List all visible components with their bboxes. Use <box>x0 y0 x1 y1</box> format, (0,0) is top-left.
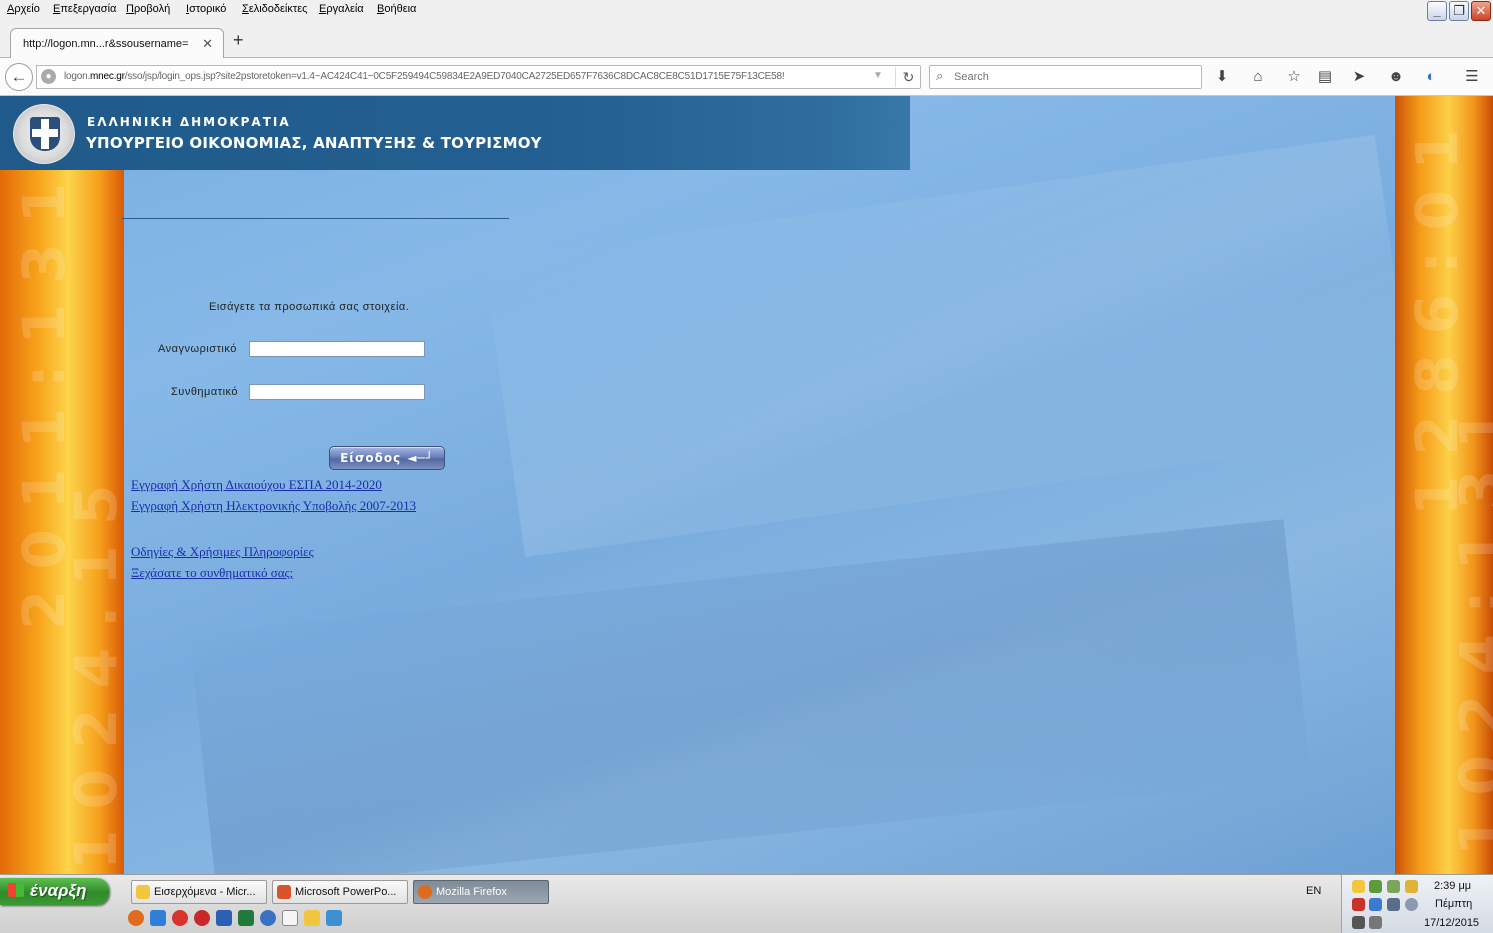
tray-shield-icon[interactable] <box>1405 880 1418 893</box>
outlook-quicklaunch-icon[interactable] <box>304 910 320 926</box>
bookmark-star-icon[interactable]: ☆ <box>1284 67 1304 87</box>
browser-tab[interactable]: http://logon.mn...r&ssousername= ✕ <box>10 28 224 59</box>
close-icon[interactable]: ✕ <box>1471 1 1491 21</box>
start-button[interactable]: έναρξη <box>0 878 109 905</box>
clock-date: 17/12/2015 <box>1424 917 1480 929</box>
site-info-icon[interactable]: ● <box>41 69 56 84</box>
system-tray: 2:39 μμ Πέμπτη 17/12/2015 <box>1341 875 1493 933</box>
tray-volume-icon[interactable] <box>1405 898 1418 911</box>
right-decorative-band: 1 2 8 6 : 0 1 1 0 2 4 : 1 3 1 <box>1395 96 1493 874</box>
register-esubmission-2007-link[interactable]: Εγγραφή Χρήστη Ηλεκτρονικής Υποβολής 200… <box>131 498 416 514</box>
login-button-label: Είσοδος <box>340 451 402 465</box>
addon-icon[interactable]: ◐ <box>1421 67 1441 87</box>
menu-file[interactable]: Αρχείο <box>7 3 40 15</box>
tray-sync-icon[interactable] <box>1387 880 1400 893</box>
ministry-header: ΕΛΛΗΝΙΚΗ ΔΗΜΟΚΡΑΤΙΑ ΥΠΟΥΡΓΕΙΟ ΟΙΚΟΝΟΜΙΑΣ… <box>0 96 910 170</box>
hamburger-menu-icon[interactable]: ☰ <box>1462 67 1482 87</box>
ie-quicklaunch-icon[interactable] <box>150 910 166 926</box>
windows-logo-icon <box>8 883 24 897</box>
tab-title: http://logon.mn...r&ssousername= <box>23 38 189 50</box>
menu-tools[interactable]: Εργαλεία <box>319 3 364 15</box>
taskbar: έναρξη Εισερχόμενα - Micr... Microsoft P… <box>0 874 1493 933</box>
word-quicklaunch-icon[interactable] <box>216 910 232 926</box>
menu-bookmarks[interactable]: Σελιδοδείκτες <box>242 3 307 15</box>
search-box[interactable]: ⌕ <box>929 65 1202 89</box>
menu-history[interactable]: Ιστορικό <box>186 3 226 15</box>
tab-strip: http://logon.mn...r&ssousername= ✕ + <box>0 22 1493 59</box>
background-decoration <box>483 134 1417 558</box>
tray-display-icon[interactable] <box>1387 898 1400 911</box>
taskbar-item-powerpoint[interactable]: Microsoft PowerPo... <box>272 880 408 904</box>
password-label: Συνθηματικό <box>171 386 239 398</box>
media-player-quicklaunch-icon[interactable] <box>260 910 276 926</box>
forgot-password-link[interactable]: Ξεχάσατε το συνθηματικό σας; <box>131 565 293 581</box>
reload-icon[interactable]: ↻ <box>895 67 921 87</box>
outlook-icon <box>136 885 150 899</box>
left-decorative-band: 2 0 1 1 : 1 3 1 1 0 2 4 . 1 5 <box>0 170 124 874</box>
tray-bluetooth-icon[interactable] <box>1369 898 1382 911</box>
username-label: Αναγνωριστικό <box>158 343 237 355</box>
login-button[interactable]: Είσοδος ◄─┘ <box>329 446 445 470</box>
tray-keyboard-icon[interactable] <box>1369 916 1382 929</box>
clock-day: Πέμπτη <box>1435 898 1473 910</box>
send-icon[interactable]: ➤ <box>1349 67 1369 87</box>
home-icon[interactable]: ⌂ <box>1248 67 1268 87</box>
back-arrow-icon[interactable]: ← <box>5 63 33 91</box>
web-page: 2 0 1 1 : 1 3 1 1 0 2 4 . 1 5 1 2 8 6 : … <box>0 96 1493 874</box>
firefox-quicklaunch-icon[interactable] <box>128 910 144 926</box>
search-icon: ⌕ <box>936 68 944 83</box>
menu-bar: Αρχείο Επεξεργασία Προβολή Ιστορικό Σελι… <box>0 0 1493 22</box>
language-indicator[interactable]: EN <box>1306 885 1321 897</box>
desktop-quicklaunch-icon[interactable] <box>326 910 342 926</box>
tray-network-icon[interactable] <box>1369 880 1382 893</box>
search-input[interactable] <box>954 69 1194 85</box>
divider <box>122 218 509 219</box>
excel-quicklaunch-icon[interactable] <box>238 910 254 926</box>
address-bar[interactable]: ● logon.mnec.gr/sso/jsp/login_ops.jsp?si… <box>36 65 921 89</box>
chrome-quicklaunch-icon[interactable] <box>172 910 188 926</box>
clock-time[interactable]: 2:39 μμ <box>1434 880 1471 892</box>
quick-launch <box>128 910 342 926</box>
minimize-icon[interactable]: _ <box>1427 1 1447 21</box>
notepad-quicklaunch-icon[interactable] <box>282 910 298 926</box>
instructions-link[interactable]: Οδηγίες & Χρήσιμες Πληροφορίες <box>131 544 314 560</box>
enter-arrow-icon: ◄─┘ <box>407 451 434 465</box>
login-intro-text: Εισάγετε τα προσωπικά σας στοιχεία. <box>209 301 410 313</box>
reading-list-icon[interactable]: ▤ <box>1315 67 1335 87</box>
url-dropdown-icon[interactable]: ▼ <box>873 70 883 81</box>
menu-view[interactable]: Προβολή <box>126 3 170 15</box>
window-controls: _ ❐ ✕ <box>1427 1 1491 22</box>
header-subtitle: ΕΛΛΗΝΙΚΗ ΔΗΜΟΚΡΑΤΙΑ <box>87 115 291 129</box>
menu-edit[interactable]: Επεξεργασία <box>53 3 116 15</box>
menu-help[interactable]: Βοήθεια <box>377 3 416 15</box>
download-icon[interactable]: ⬇ <box>1212 67 1232 87</box>
header-title: ΥΠΟΥΡΓΕΙΟ ΟΙΚΟΝΟΜΙΑΣ, ΑΝΑΠΤΥΞΗΣ & ΤΟΥΡΙΣ… <box>86 134 542 152</box>
firefox-icon <box>418 885 432 899</box>
powerpoint-icon <box>277 885 291 899</box>
new-tab-icon[interactable]: + <box>233 31 244 49</box>
opera-quicklaunch-icon[interactable] <box>194 910 210 926</box>
username-input[interactable] <box>249 341 425 357</box>
background-decoration <box>189 519 1311 874</box>
tray-signal-icon[interactable] <box>1352 916 1365 929</box>
restore-icon[interactable]: ❐ <box>1449 1 1469 21</box>
address-url[interactable]: logon.mnec.gr/sso/jsp/login_ops.jsp?site… <box>64 71 869 82</box>
greek-emblem-logo <box>13 104 75 164</box>
tray-outlook-icon[interactable] <box>1352 880 1365 893</box>
password-input[interactable] <box>249 384 425 400</box>
taskbar-item-firefox[interactable]: Mozilla Firefox <box>413 880 549 904</box>
register-espa-2014-link[interactable]: Εγγραφή Χρήστη Δικαιούχου ΕΣΠΑ 2014-2020 <box>131 477 382 493</box>
chat-icon[interactable]: ☻ <box>1386 67 1406 87</box>
tray-update-icon[interactable] <box>1352 898 1365 911</box>
taskbar-item-outlook[interactable]: Εισερχόμενα - Micr... <box>131 880 267 904</box>
navigation-bar: ← ● logon.mnec.gr/sso/jsp/login_ops.jsp?… <box>0 58 1493 96</box>
tab-close-icon[interactable]: ✕ <box>202 36 213 52</box>
